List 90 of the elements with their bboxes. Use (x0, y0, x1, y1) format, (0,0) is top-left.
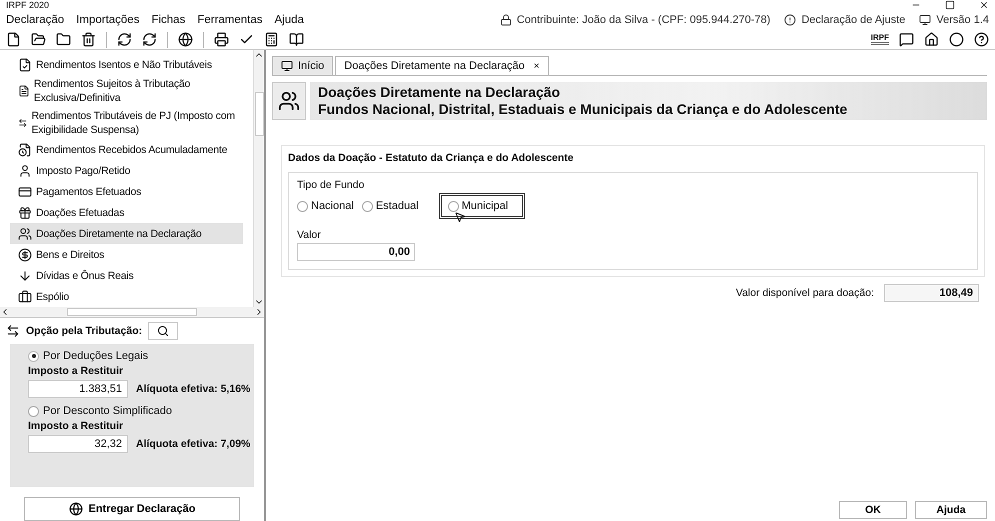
home-icon[interactable] (924, 32, 939, 47)
person-icon (18, 164, 32, 178)
close-icon (979, 0, 989, 10)
coin-icon (18, 248, 32, 262)
sidebar-item[interactable]: Bens e Direitos (10, 244, 243, 265)
briefcase-icon (18, 290, 32, 304)
document-icon (18, 84, 30, 98)
version-label: Versão 1.4 (936, 14, 989, 26)
gift-icon (18, 206, 32, 220)
sidebar-item[interactable]: Rendimentos Tributáveis de PJ (Imposto com Exigibilidade Suspensa) (10, 107, 243, 139)
radio-label: Por Desconto Simplificado (43, 405, 172, 417)
document-icon (18, 58, 32, 72)
close-tab-icon[interactable]: × (534, 60, 540, 72)
printer-icon[interactable] (214, 32, 229, 47)
document-icon (18, 142, 32, 156)
menu-item[interactable]: Declaração (6, 14, 64, 26)
sidebar-item[interactable]: Imposto Pago/Retido (10, 160, 243, 181)
alert-icon (784, 14, 796, 26)
sync-icon[interactable] (142, 32, 157, 47)
search-icon (157, 325, 170, 337)
circle-icon[interactable] (949, 32, 964, 47)
sidebar-item[interactable]: Doações Diretamente na Declaração (10, 223, 243, 244)
lock-icon (500, 14, 512, 26)
folder-icon[interactable] (56, 32, 71, 47)
window-title: IRPF 2020 (6, 1, 50, 10)
declaration-type: Declaração de Ajuste (801, 14, 906, 26)
calculator-icon[interactable] (264, 32, 279, 47)
sync-icon[interactable] (117, 32, 132, 47)
sidebar-item[interactable]: Espólio (10, 286, 243, 307)
monitor-icon (919, 14, 932, 26)
page-subtitle: Fundos Nacional, Distrital, Estaduais e Municipais da Criança e do Adolescente (318, 101, 848, 118)
radio-option[interactable]: Municipal (438, 193, 526, 219)
people-icon (278, 90, 300, 112)
transfer-icon (18, 116, 28, 130)
globe-icon[interactable] (178, 32, 193, 47)
tab[interactable]: Doações Diretamente na Declaração × (335, 56, 549, 75)
value-field[interactable]: 0,00 (297, 243, 415, 261)
new-file-icon[interactable] (6, 32, 21, 47)
trash-icon[interactable] (81, 32, 96, 47)
menu-item[interactable]: Importações (76, 14, 140, 26)
sidebar-item[interactable]: Rendimentos Sujeitos à Tributação Exclusiva/Definitiva (10, 75, 243, 107)
book-icon[interactable] (289, 32, 304, 47)
section-title: Dados da Doação - Estatuto da Criança e do Adolescente (288, 152, 575, 164)
irpf-logo[interactable]: IRPF (870, 34, 889, 45)
amount-field[interactable]: 1.383,51 (28, 380, 128, 398)
rate-label: Alíquota efetiva: 5,16% (136, 383, 250, 395)
menu-item[interactable]: Ajuda (274, 14, 304, 26)
sidebar-item[interactable]: Rendimentos Isentos e Não Tributáveis (10, 54, 243, 75)
sidebar-item[interactable]: Rendimentos Recebidos Acumuladamente (10, 139, 243, 160)
mouse-pointer-icon (454, 211, 466, 223)
scrollbar-thumb[interactable] (254, 92, 264, 136)
radio-option[interactable]: Nacional (297, 200, 354, 212)
field-label: Tipo de Fundo (297, 179, 366, 191)
radio-button[interactable] (28, 406, 39, 416)
deliver-button[interactable]: Entregar Declaração (24, 497, 240, 521)
amount-field[interactable]: 32,32 (28, 435, 128, 453)
folder-open-icon[interactable] (31, 32, 46, 47)
scrollbar-thumb[interactable] (67, 308, 197, 316)
tax-option-label: Opção pela Tributação: (26, 325, 142, 337)
people-icon (18, 226, 32, 240)
available-field: 108,49 (884, 284, 979, 302)
sidebar-item[interactable]: Pagamentos Efetuados (10, 181, 243, 202)
monitor-icon (281, 60, 293, 72)
field-label: Imposto a Restituir (28, 420, 124, 432)
sidebar-item[interactable]: Dívidas e Ônus Reais (10, 265, 243, 286)
taxpayer-label: Contribuinte: João da Silva - (CPF: 095.944.270-78) (516, 14, 770, 26)
globe-icon (68, 502, 82, 516)
radio-button[interactable] (28, 350, 39, 362)
maximize-icon (945, 0, 955, 10)
radio-label: Por Deduções Legais (43, 350, 148, 362)
radio-button[interactable] (362, 200, 373, 212)
available-label: Valor disponível para doação: (736, 287, 874, 299)
dialog-button[interactable]: OK (839, 501, 907, 519)
field-label: Imposto a Restituir (28, 365, 124, 377)
radio-button[interactable] (297, 200, 308, 212)
sidebar-item[interactable]: Doações Efetuadas (10, 202, 243, 223)
card-icon (18, 184, 32, 198)
menu-item[interactable]: Ferramentas (197, 14, 263, 26)
transfer-icon (6, 324, 20, 338)
radio-button[interactable] (448, 200, 459, 212)
field-label: Valor (297, 229, 322, 241)
rate-label: Alíquota efetiva: 7,09% (136, 438, 250, 450)
radio-option[interactable]: Estadual (362, 200, 419, 212)
page-title: Doações Diretamente na Declaração (318, 84, 561, 101)
chat-icon[interactable] (899, 32, 914, 47)
menu-item[interactable]: Fichas (151, 14, 186, 26)
dialog-button[interactable]: Ajuda (915, 501, 987, 519)
search-button[interactable] (148, 322, 178, 340)
help-icon[interactable] (974, 32, 989, 47)
tab[interactable]: Início (272, 56, 334, 75)
